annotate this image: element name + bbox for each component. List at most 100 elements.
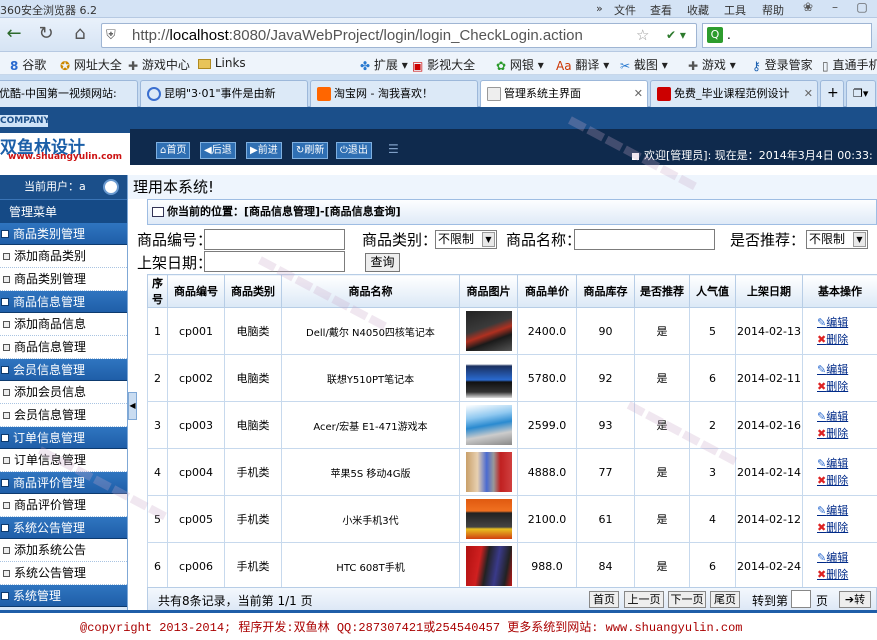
sidebar-group-member[interactable]: 会员信息管理 [0,359,127,381]
last-page-button[interactable]: 尾页 [710,591,740,608]
category-select[interactable]: 不限制 ▼ [435,230,497,249]
address-bar[interactable]: ⛨ http://localhost:8080/JavaWebProject/l… [101,23,697,48]
sidebar-item-manage-member[interactable]: 会员信息管理 [0,404,127,427]
sidebar-item-manage-order[interactable]: 订单信息管理 [0,449,127,472]
edit-label: 编辑 [826,363,849,376]
home-icon[interactable]: ⌂ [68,23,92,47]
delete-link[interactable]: ✖删除 [817,425,877,442]
edit-link[interactable]: ✎编辑 [817,455,877,472]
cell-stock: 77 [576,448,635,496]
tab-admin-main[interactable]: 管理系统主界面 ✕ [480,80,648,108]
sidebar-item-manage-category[interactable]: 商品类别管理 [0,268,127,291]
sidebar-group-system[interactable]: 系统管理 [0,585,127,607]
code-input[interactable] [204,229,345,250]
bookmark-games[interactable]: ✚ 游戏中心 [128,56,190,73]
sidebar-item-add-product[interactable]: 添加商品信息 [0,313,127,336]
sidebar-group-review[interactable]: 商品评价管理 [0,472,127,494]
home-button[interactable]: ⌂首页 [156,142,191,159]
date-input[interactable] [204,251,345,272]
delete-link[interactable]: ✖删除 [817,378,877,395]
sidebar-item-manage-review[interactable]: 商品评价管理 [0,494,127,517]
bookmark-google[interactable]: 8 谷歌 [10,56,46,73]
page-number-input[interactable] [791,590,811,608]
sidebar-group-order[interactable]: 订单信息管理 [0,427,127,449]
delete-link[interactable]: ✖删除 [817,331,877,348]
refresh-icon[interactable]: ↻ [34,23,58,47]
tab-taobao[interactable]: 淘宝网 - 淘我喜欢！ [310,80,478,107]
cell-code: cp002 [167,354,225,402]
skin-icon[interactable]: ❀ [795,0,821,17]
table-row: 2 cp002 电脑类 联想Y510PT笔记本 5780.0 92 是 6 20… [147,354,877,402]
joystick-icon: ✚ [688,58,699,73]
close-tab-icon[interactable]: ✕ [634,81,643,106]
back-arrow-icon[interactable]: ← [2,23,26,47]
query-button[interactable]: 查询 [365,253,400,272]
close-tab-icon[interactable]: ✕ [804,81,813,106]
sidebar-group-notice[interactable]: 系统公告管理 [0,517,127,539]
go-check-icon[interactable]: ✔ ▾ [658,25,694,46]
sidebar-item-add-member[interactable]: 添加会员信息 [0,381,127,404]
bookmark-translate[interactable]: Aa 翻译 ▾ [556,56,609,73]
bookmark-login-manager[interactable]: ⚷ 登录管家 [752,56,813,73]
prev-page-button[interactable]: 上一页 [624,591,664,608]
goto-button[interactable]: ➔转 [839,591,871,608]
logout-button[interactable]: ⏻退出 [336,142,372,159]
tab-youku[interactable]: 优酷-中国第一视频网站: [0,80,138,107]
cell-actions: ✎编辑 ✖删除 [802,542,877,590]
edit-link[interactable]: ✎编辑 [817,408,877,425]
search-box[interactable]: Q . [702,23,872,48]
next-page-button[interactable]: 下一页 [668,591,706,608]
delete-link[interactable]: ✖删除 [817,519,877,536]
sidebar-item-add-category[interactable]: 添加商品类别 [0,245,127,268]
tab-kunming[interactable]: 昆明"3·01"事件是由新 [140,80,308,107]
search-engine-icon[interactable]: Q [707,27,723,43]
edit-link[interactable]: ✎编辑 [817,502,877,519]
bookmark-phone[interactable]: ▯ 直通手机 [822,56,877,73]
menu-tools[interactable]: 工具 [724,2,746,18]
sidebar-group-product[interactable]: 商品信息管理 [0,291,127,313]
bookmark-screenshot[interactable]: ✂ 截图 ▾ [620,56,668,73]
sidebar-item-manage-product[interactable]: 商品信息管理 [0,336,127,359]
first-page-button[interactable]: 首页 [589,591,619,608]
tab-course[interactable]: 免费_毕业课程范例设计 ✕ [650,80,818,107]
star-icon[interactable]: ☆ [636,26,649,44]
bookmark-sites[interactable]: ✪ 网址大全 [60,56,122,73]
cell-image [459,495,518,543]
name-input[interactable] [574,229,715,250]
bookmark-game2[interactable]: ✚ 游戏 ▾ [688,56,736,73]
bookmark-video[interactable]: ▣ 影视大全 [412,56,475,73]
tab-menu-button[interactable]: ❐▾ [846,80,876,107]
delete-link[interactable]: ✖删除 [817,472,877,489]
back-button[interactable]: ◀后退 [200,142,236,159]
edit-link[interactable]: ✎编辑 [817,549,877,566]
bookmark-links[interactable]: Links [198,56,246,70]
menu-favorites[interactable]: 收藏 [687,2,709,18]
recommend-select[interactable]: 不限制 ▼ [806,230,868,249]
menu-help[interactable]: 帮助 [762,2,784,18]
edit-link[interactable]: ✎编辑 [817,361,877,378]
expand-icon [1,524,9,532]
sidebar-collapse-handle[interactable]: ◀ [128,392,137,420]
minimize-icon[interactable]: – [822,0,848,17]
menu-file[interactable]: 文件 [614,2,636,18]
delete-label: 删除 [826,380,849,393]
new-tab-button[interactable]: + [820,80,844,107]
bookmark-bank[interactable]: ✿ 网银 ▾ [496,56,544,73]
menu-view[interactable]: 查看 [650,2,672,18]
sidebar-item-manage-notice[interactable]: 系统公告管理 [0,562,127,585]
delete-link[interactable]: ✖删除 [817,566,877,583]
forward-button[interactable]: ▶前进 [246,142,282,159]
expand-icon [1,366,9,374]
table-row: 3 cp003 电脑类 Acer/宏基 E1-471游戏本 2599.0 93 … [147,401,877,449]
chevron-left-icon: ◀ [129,401,136,410]
edit-link[interactable]: ✎编辑 [817,314,877,331]
double-chevron-icon[interactable]: » [596,2,603,15]
refresh-button[interactable]: ↻刷新 [292,142,329,159]
maximize-icon[interactable]: ▢ [849,0,875,17]
sidebar-item-add-notice[interactable]: 添加系统公告 [0,539,127,562]
url-text: http://localhost:8080/JavaWebProject/log… [132,27,583,44]
search-text: . [727,28,731,42]
pencil-icon: ✎ [817,457,827,470]
sidebar-group-category[interactable]: 商品类别管理 [0,223,127,245]
bookmark-extensions[interactable]: ✤ 扩展 ▾ [360,56,408,73]
